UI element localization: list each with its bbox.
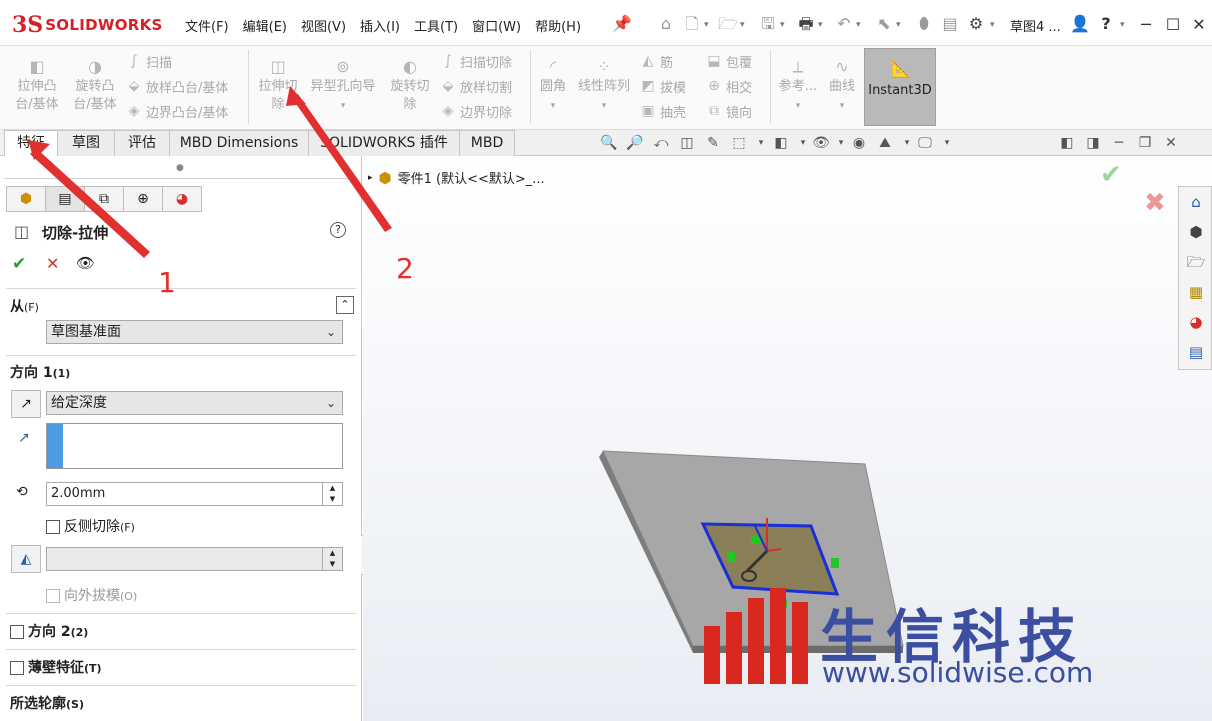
annotation-label-1: 1 bbox=[158, 266, 176, 299]
watermark-url: www.solidwise.com bbox=[822, 656, 1094, 689]
logo-bar bbox=[748, 598, 764, 684]
solidwise-logo bbox=[704, 588, 808, 684]
annotation-arrow-1 bbox=[30, 148, 150, 258]
logo-bar bbox=[726, 612, 742, 684]
annotation-arrow-2-head bbox=[286, 86, 306, 106]
logo-bar bbox=[792, 602, 808, 684]
solidworks-window: 3S SOLIDWORKS 文件(F) 编辑(E) 视图(V) 插入(I) 工具… bbox=[0, 0, 1212, 721]
logo-bar bbox=[704, 626, 720, 684]
annotation-arrow-2 bbox=[292, 94, 392, 232]
annotation-label-2: 2 bbox=[396, 252, 414, 285]
logo-bar bbox=[770, 588, 786, 684]
